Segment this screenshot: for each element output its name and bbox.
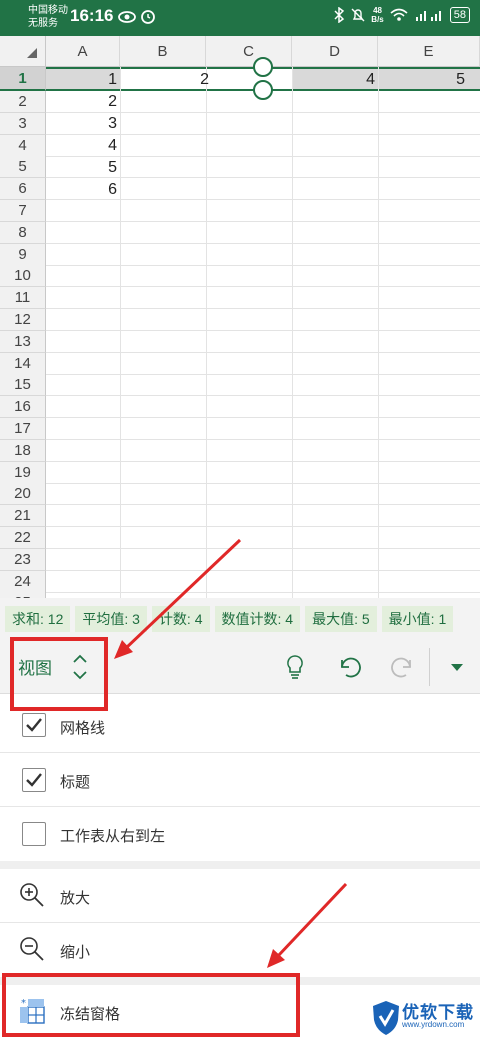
shield-logo-icon bbox=[373, 1001, 399, 1035]
annotation-arrows bbox=[114, 538, 348, 968]
watermark: 优软下载 www.yrdown.com bbox=[372, 996, 480, 1040]
watermark-url: www.yrdown.com bbox=[402, 1020, 465, 1029]
